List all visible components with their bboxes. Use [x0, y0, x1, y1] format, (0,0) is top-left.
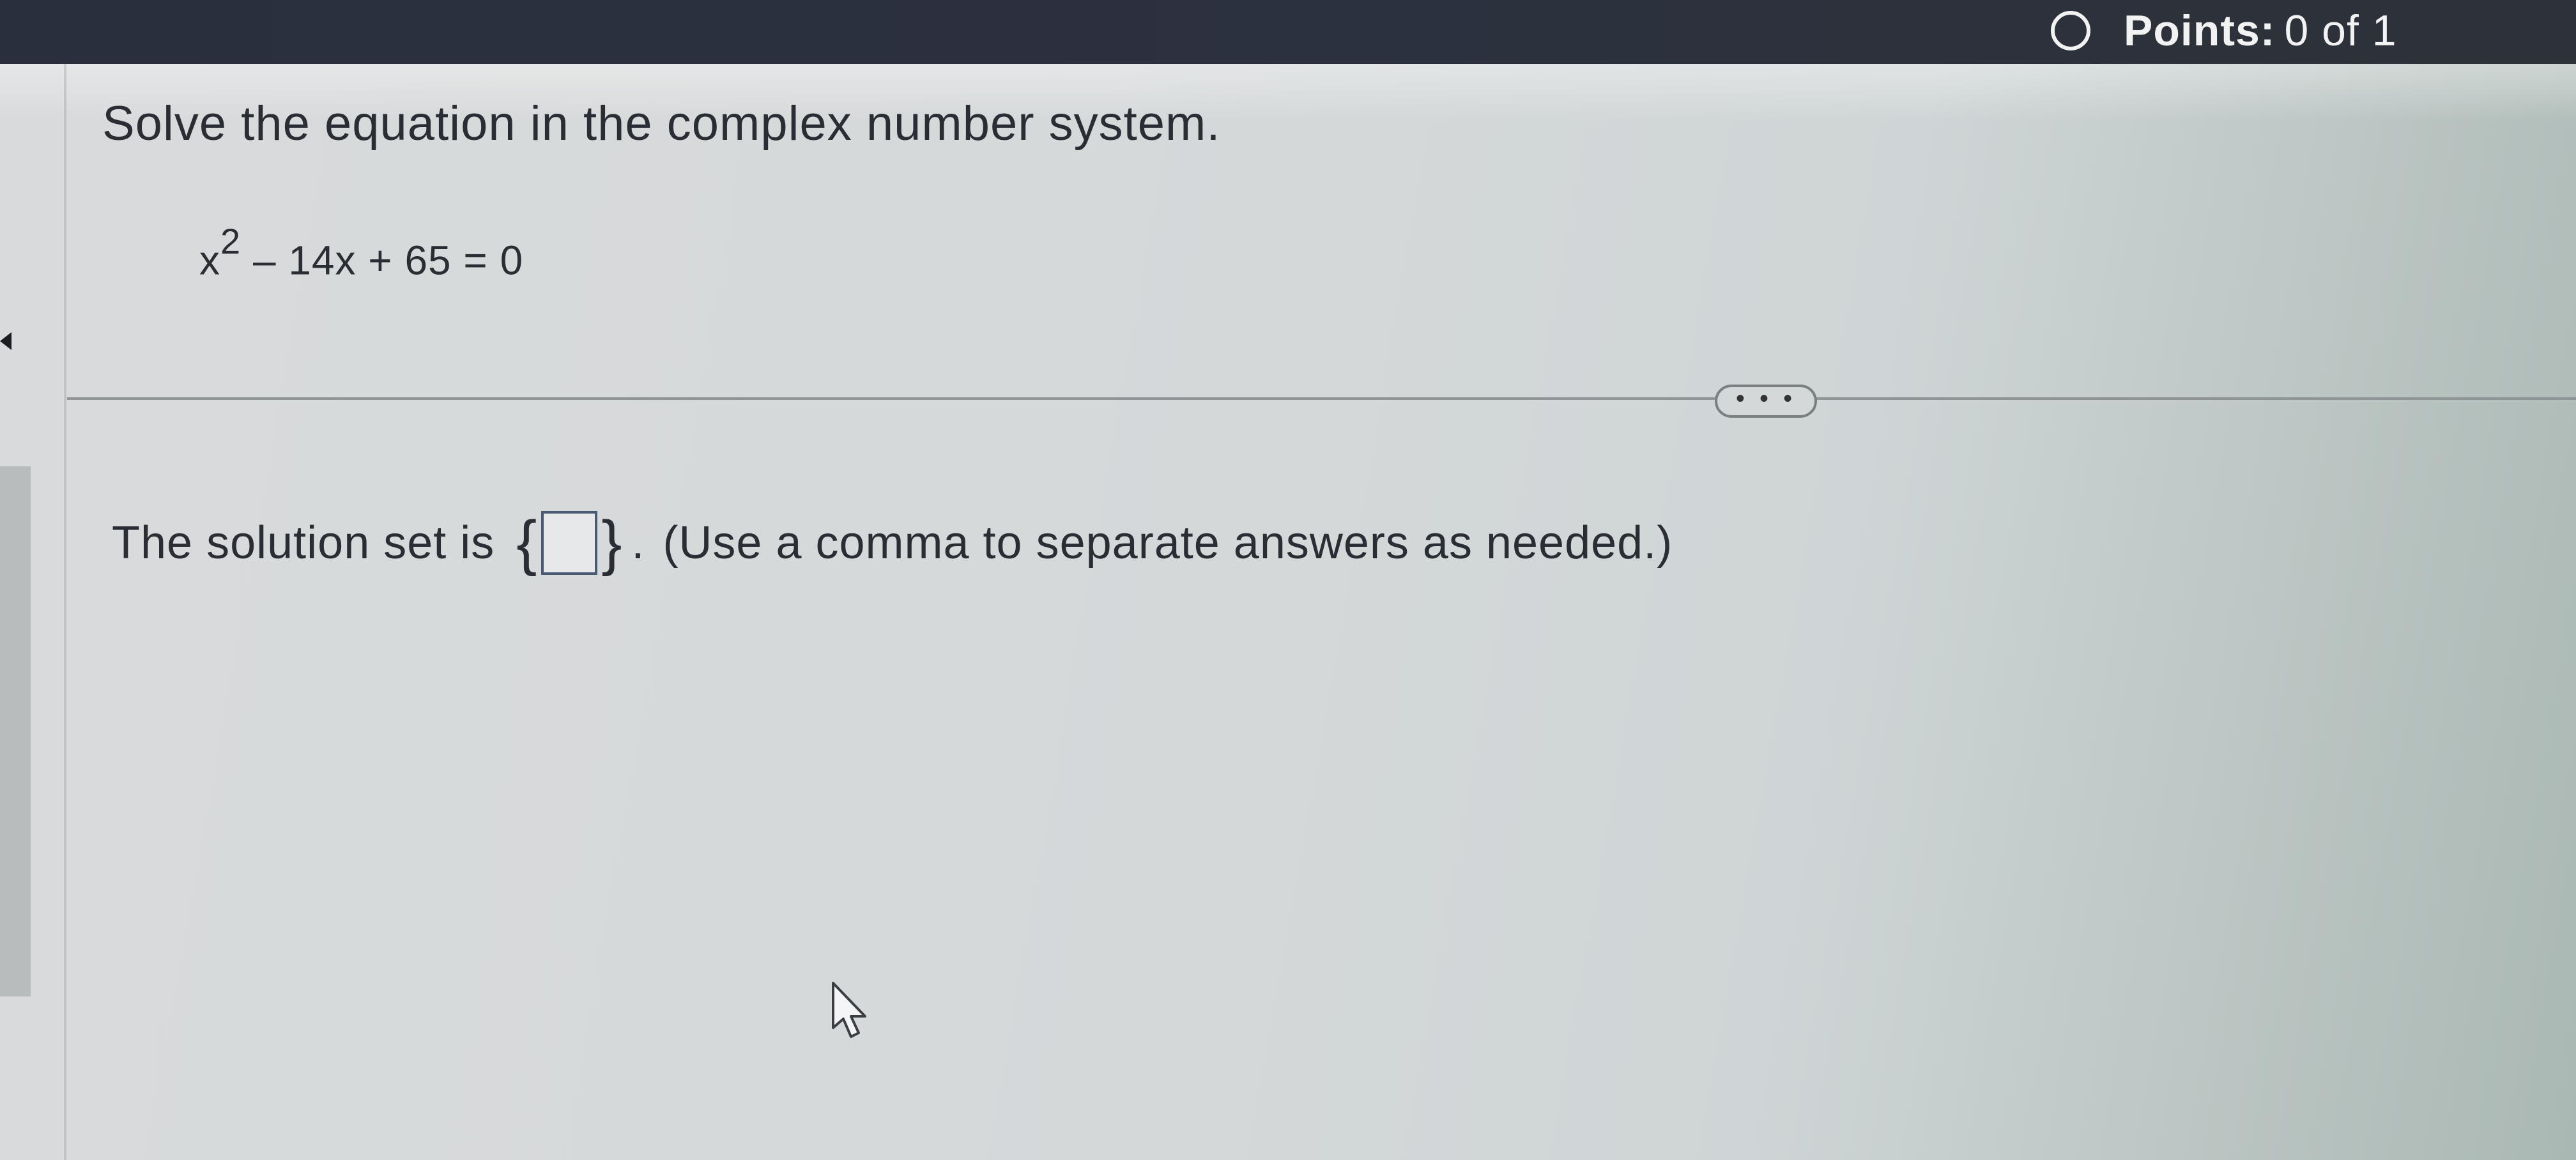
- open-brace: {: [516, 508, 538, 577]
- question-prompt: Solve the equation in the complex number…: [102, 96, 1221, 151]
- mouse-pointer-icon: [832, 982, 866, 1038]
- screen: Points: 0 of 1 Solve the equation in the…: [0, 0, 2576, 1160]
- answer-hint: (Use a comma to separate answers as need…: [663, 517, 1673, 569]
- equation-exponent: 2: [220, 221, 241, 261]
- equation-rest: – 14x + 65 = 0: [241, 237, 524, 284]
- section-divider: [67, 397, 2576, 400]
- left-side-panel[interactable]: [0, 466, 31, 996]
- more-options-button[interactable]: • • •: [1715, 385, 1817, 418]
- points-value: 0 of 1: [2284, 6, 2397, 55]
- solution-row: The solution set is { } . (Use a comma t…: [112, 511, 1673, 575]
- points-indicator: Points: 0 of 1: [2051, 5, 2397, 56]
- answer-input[interactable]: [541, 511, 598, 575]
- close-brace: }: [601, 508, 623, 577]
- circle-outline-icon: [2051, 11, 2090, 50]
- equation-base: x: [199, 237, 220, 284]
- period: .: [631, 517, 645, 569]
- collapse-arrow-icon[interactable]: [0, 332, 12, 350]
- solution-lead-text: The solution set is: [112, 517, 495, 569]
- content-left-edge: [64, 64, 66, 1160]
- points-label: Points:: [2124, 6, 2276, 55]
- equation: x2 – 14x + 65 = 0: [199, 221, 524, 284]
